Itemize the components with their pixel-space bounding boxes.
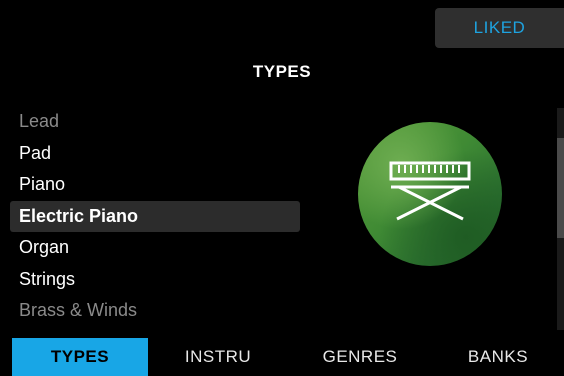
type-item-pad[interactable]: Pad bbox=[10, 138, 300, 170]
type-item-strings[interactable]: Strings bbox=[10, 264, 300, 296]
type-item-lead[interactable]: Lead bbox=[10, 106, 300, 138]
type-list: Lead Pad Piano Electric Piano Organ Stri… bbox=[10, 106, 300, 327]
bottom-tab-bar: TYPES INSTRU GENRES BANKS bbox=[0, 338, 564, 376]
tab-instru[interactable]: INSTRU bbox=[150, 338, 286, 376]
type-item-label: Electric Piano bbox=[19, 205, 139, 226]
tab-label: BANKS bbox=[467, 347, 529, 366]
type-item-label: Strings bbox=[19, 268, 76, 289]
type-item-label: Organ bbox=[19, 237, 70, 257]
type-item-label: Lead bbox=[19, 111, 60, 131]
tab-label: INSTRU bbox=[184, 347, 252, 366]
type-item-label: Piano bbox=[19, 174, 66, 194]
tab-label: TYPES bbox=[50, 347, 110, 366]
type-item-organ[interactable]: Organ bbox=[10, 232, 300, 264]
liked-button-label: LIKED bbox=[473, 18, 526, 37]
page-title: TYPES bbox=[252, 62, 312, 81]
type-artwork bbox=[358, 122, 502, 266]
scrollbar-thumb[interactable] bbox=[557, 138, 564, 238]
type-item-label: Pad bbox=[19, 142, 52, 163]
liked-button[interactable]: LIKED bbox=[435, 8, 564, 48]
tab-banks[interactable]: BANKS bbox=[432, 338, 564, 376]
type-item-label: Brass & Winds bbox=[19, 300, 138, 320]
type-item-brass-winds[interactable]: Brass & Winds bbox=[10, 295, 300, 327]
type-item-piano[interactable]: Piano bbox=[10, 169, 300, 201]
keyboard-on-stand-icon bbox=[389, 161, 471, 221]
type-item-electric-piano[interactable]: Electric Piano bbox=[10, 200, 300, 232]
tab-genres[interactable]: GENRES bbox=[292, 338, 428, 376]
tab-label: GENRES bbox=[322, 347, 398, 366]
browser-screen: LIKED TYPES Lead Pad Piano Electric Pian… bbox=[0, 0, 564, 376]
tab-types[interactable]: TYPES bbox=[12, 338, 148, 376]
